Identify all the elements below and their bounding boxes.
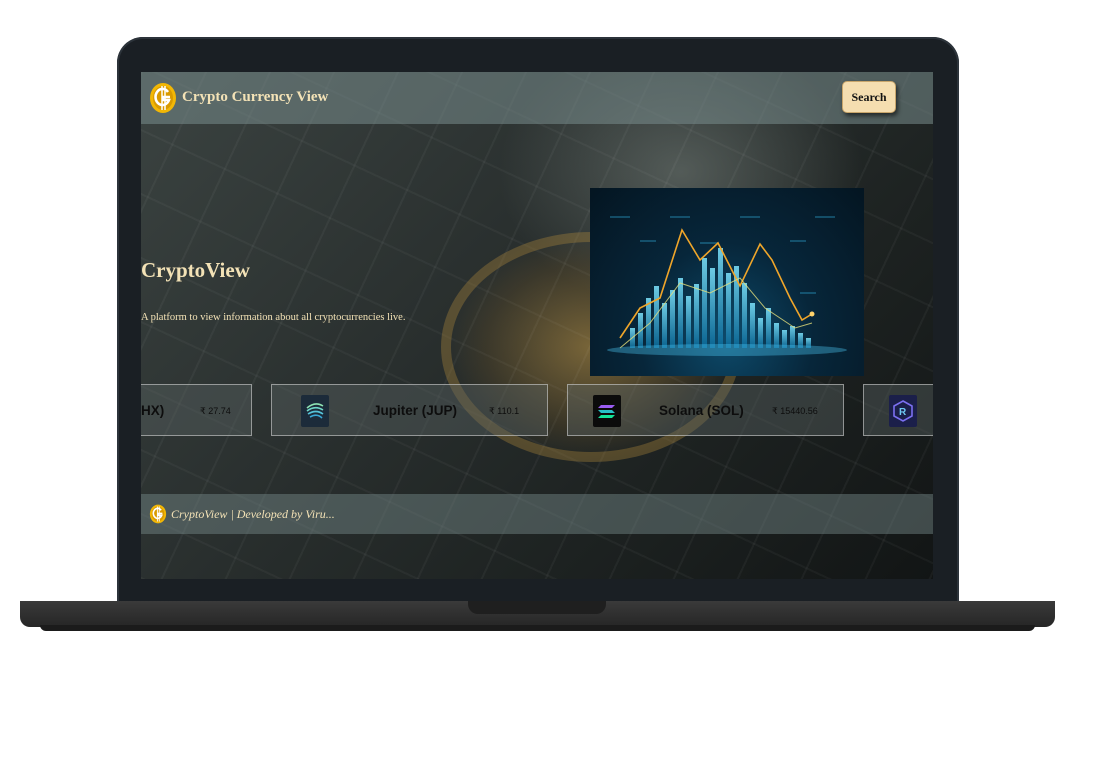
coin-name: Jupiter (JUP)	[373, 403, 458, 418]
market-chart-illustration	[607, 216, 847, 356]
laptop-notch	[468, 601, 606, 614]
coin-card-sol[interactable]: Solana (SOL) ₹ 15440.56	[567, 384, 844, 436]
raydium-icon: R	[889, 395, 917, 427]
hero-title: CryptoView	[141, 258, 250, 282]
coin-card-jup[interactable]: Jupiter (JUP) ₹ 110.1	[271, 384, 548, 436]
jupiter-icon	[301, 395, 329, 427]
coin-name: SHX)	[141, 403, 165, 418]
footer-credit: CryptoView | Developed by Viru...	[171, 507, 335, 521]
hero-subtitle: A platform to view information about all…	[141, 312, 406, 323]
coin-card-ray[interactable]: R	[863, 384, 933, 436]
coin-name: Solana (SOL)	[659, 403, 744, 418]
svg-text:R: R	[899, 407, 907, 418]
crypto-chart-image	[590, 188, 864, 376]
coin-card-shx[interactable]: SHX) ₹ 27.74	[141, 384, 252, 436]
laptop-screen: Crypto Currency View Search CryptoView A…	[141, 72, 933, 579]
site-header: Crypto Currency View Search	[141, 72, 933, 124]
site-footer: CryptoView | Developed by Viru...	[141, 494, 933, 534]
solana-icon	[593, 395, 621, 427]
coin-ticker: SHX) ₹ 27.74 Jupiter (JUP) ₹ 110.1	[141, 384, 933, 438]
laptop-base-shadow	[40, 625, 1035, 631]
site-title[interactable]: Crypto Currency View	[182, 89, 328, 106]
crypto-g-coin-icon[interactable]	[149, 82, 177, 114]
coin-price: ₹ 27.74	[200, 406, 231, 416]
coin-price: ₹ 15440.56	[772, 406, 818, 416]
coin-price: ₹ 110.1	[489, 406, 520, 416]
crypto-g-coin-icon	[149, 504, 167, 524]
search-button[interactable]: Search	[842, 81, 896, 113]
